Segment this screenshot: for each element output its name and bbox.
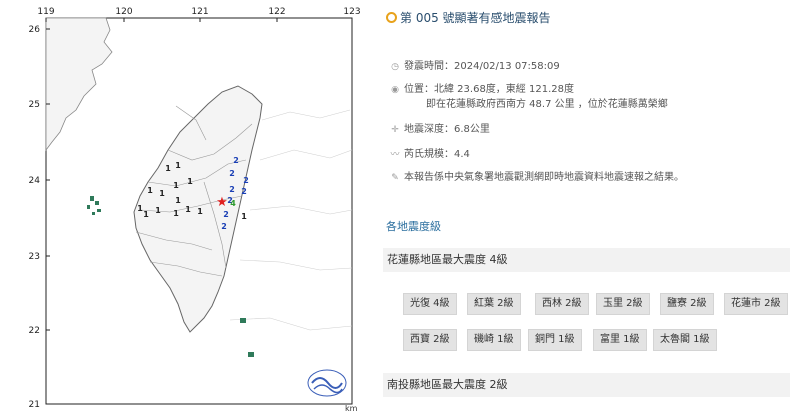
intensity-label: 2 (241, 187, 247, 196)
epicenter-star-icon: ★ (216, 195, 228, 210)
station-chip: 西林 2級 (535, 293, 589, 315)
intensity-label: 1 (159, 189, 165, 198)
intensity-label: 1 (187, 177, 193, 186)
county-header-nantou[interactable]: 南投縣地區最大震度 2級 (383, 373, 790, 397)
station-chip: 光復 4級 (403, 293, 457, 315)
magnitude-label: 芮氏規模： (404, 149, 454, 160)
intensity-label: 1 (155, 206, 161, 215)
intensity-label: 1 (197, 207, 203, 216)
pencil-icon: ✎ (391, 173, 399, 183)
location-row: ◉ 位置：北緯 23.68度，東經 121.28度 (389, 80, 574, 95)
note-row: ✎ 本報告係中央氣象署地震觀測網即時地震資料地震速報之結果。 (389, 168, 684, 183)
intensity-label: 1 (185, 205, 191, 214)
green-island (240, 318, 246, 323)
location-detail: 即在花蓮縣政府西南方 48.7 公里 ，位於花蓮縣萬榮鄉 (389, 95, 668, 110)
lat-tick-label: 25 (29, 100, 40, 110)
county-name: 花蓮縣地區最大震度 4級 (387, 253, 508, 266)
intensity-label: 2 (243, 176, 249, 185)
intensity-label: 1 (147, 186, 153, 195)
county-header-hualien[interactable]: 花蓮縣地區最大震度 4級 (383, 248, 790, 272)
county-name: 南投縣地區最大震度 2級 (387, 378, 508, 391)
note-text: 本報告係中央氣象署地震觀測網即時地震資料地震速報之結果。 (404, 172, 684, 183)
lat-tick-label: 22 (29, 326, 40, 336)
intensity-label: 2 (233, 156, 239, 165)
intensity-label: 1 (175, 196, 181, 205)
lat-tick-label: 23 (29, 252, 40, 262)
time-label: 發震時間： (404, 61, 454, 72)
magnitude-row: 〰芮氏規模：4.4 (389, 145, 470, 160)
earthquake-report: 第 005 號顯著有感地震報告 ◷ 發震時間：2024/02/13 07:58:0… (383, 0, 793, 412)
origin-time-row: ◷ 發震時間：2024/02/13 07:58:09 (389, 57, 560, 72)
intensity-label: 2 (223, 210, 229, 219)
intensity-label: 2 (221, 222, 227, 231)
report-title-text: 第 005 號顯著有感地震報告 (400, 11, 551, 25)
intensity-label: 1 (165, 164, 171, 173)
depth-value: 6.8公里 (454, 124, 490, 135)
location-pin-icon: ◉ (391, 85, 399, 95)
lon-tick-label: 119 (37, 7, 54, 17)
intensity-label: 2 (229, 169, 235, 178)
lat-tick-label: 26 (29, 25, 41, 35)
location-label: 位置： (404, 84, 434, 95)
intensity-label: 1 (175, 161, 181, 170)
lat-tick-label: 21 (29, 400, 40, 410)
intensity-label: 1 (173, 181, 179, 190)
intensity-label: 2 (229, 185, 235, 194)
intensity-label: 1 (137, 204, 143, 213)
station-chip: 富里 1級 (593, 329, 647, 351)
location-detail-text: 即在花蓮縣政府西南方 48.7 公里 ，位於花蓮縣萬榮鄉 (426, 99, 668, 110)
clock-icon: ◷ (391, 62, 399, 72)
circle-bullet-icon (386, 12, 397, 23)
intensity-label: 1 (173, 209, 179, 218)
station-chip: 西寶 2級 (403, 329, 457, 351)
intensity-label: 4 (230, 199, 236, 208)
km-unit-label: km (345, 404, 358, 412)
intensity-section-title: 各地震度級 (386, 220, 441, 233)
station-chip: 太魯閣 1級 (653, 329, 717, 351)
station-chip: 紅葉 2級 (467, 293, 521, 315)
magnitude-value: 4.4 (454, 149, 470, 160)
lon-tick-label: 120 (115, 7, 132, 17)
station-chip: 磯崎 1級 (467, 329, 521, 351)
earthquake-map: 119 120 121 122 123 26 25 24 23 22 21 222222422111… (0, 0, 365, 412)
station-chip: 銅門 1級 (528, 329, 582, 351)
lat-tick-label: 24 (29, 176, 41, 186)
depth-row: ✛ 地震深度：6.8公里 (389, 120, 490, 135)
time-value: 2024/02/13 07:58:09 (454, 61, 560, 72)
depth-arrows-icon: ✛ (391, 125, 399, 135)
orchid-island (248, 352, 254, 357)
station-chip: 花蓮市 2級 (724, 293, 788, 315)
intensity-label: 1 (241, 212, 247, 221)
lon-tick-label: 123 (343, 7, 360, 17)
intensity-label: 1 (143, 210, 149, 219)
lon-tick-label: 122 (268, 7, 285, 17)
station-chip: 鹽寮 2級 (660, 293, 714, 315)
map-svg: 119 120 121 122 123262524232221 2222 224221 11… (29, 7, 361, 412)
wave-icon: 〰 (390, 150, 400, 160)
station-chip: 玉里 2級 (596, 293, 650, 315)
location-value: 北緯 23.68度，東經 121.28度 (434, 84, 574, 95)
lon-tick-label: 121 (191, 7, 208, 17)
report-title: 第 005 號顯著有感地震報告 (386, 9, 551, 26)
cwa-logo (307, 369, 347, 397)
depth-label: 地震深度： (404, 124, 454, 135)
